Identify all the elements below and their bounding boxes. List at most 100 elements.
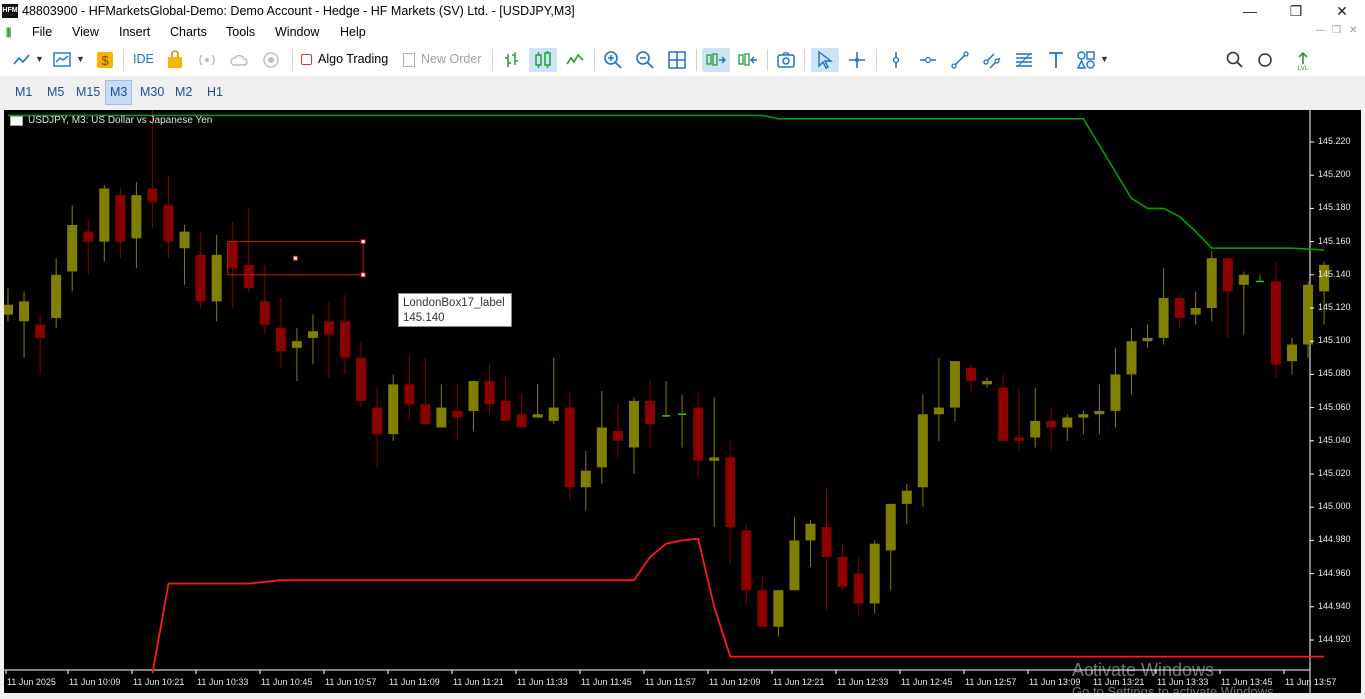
menu-view[interactable]: View — [72, 25, 99, 39]
timeframe-h1[interactable]: H1 — [203, 81, 227, 104]
toolbar-separator — [594, 49, 595, 71]
activate-windows-title: Activate Windows — [1072, 660, 1215, 680]
trendline-icon[interactable] — [950, 50, 970, 70]
candle-body — [436, 407, 447, 428]
maximize-button[interactable]: ❐ — [1273, 0, 1319, 23]
time-label: 11 Jun 10:21 — [133, 677, 185, 687]
autoscroll-icon[interactable] — [706, 50, 726, 70]
minimize-button[interactable]: — — [1227, 0, 1273, 23]
candle-body — [307, 331, 318, 338]
menu-file[interactable]: File — [32, 25, 52, 39]
candle-body — [725, 457, 736, 528]
zoom-in-icon[interactable] — [603, 50, 623, 70]
candle-body — [99, 188, 110, 242]
chart-type-icon[interactable] — [52, 50, 72, 70]
candle-body — [901, 490, 912, 504]
timeframe-m1[interactable]: M1 — [11, 81, 36, 104]
price-label: 144.940 — [1318, 600, 1351, 611]
toolbar-separator — [696, 49, 697, 71]
symbol-flag-icon — [10, 116, 23, 126]
new-order-button[interactable]: New Order — [403, 49, 481, 70]
candle-body — [1206, 258, 1217, 308]
cloud-icon[interactable] — [229, 50, 249, 70]
text-tool-icon[interactable] — [1046, 50, 1066, 70]
candle-body — [1158, 298, 1169, 338]
time-label: 11 Jun 10:45 — [261, 677, 313, 687]
rectangle-handle — [292, 255, 298, 261]
bar-chart-icon[interactable] — [502, 50, 522, 70]
chart-window-icon[interactable]: ⦀ — [6, 26, 11, 41]
candle-body — [853, 573, 864, 604]
menu-tools[interactable]: Tools — [226, 25, 255, 39]
dollar-icon[interactable]: $ — [95, 50, 115, 70]
menu-charts[interactable]: Charts — [170, 25, 207, 39]
screenshot-icon[interactable] — [776, 50, 796, 70]
candle-body — [291, 341, 302, 348]
line-chart-icon[interactable] — [565, 50, 585, 70]
price-label: 145.220 — [1318, 136, 1351, 146]
chart-shift-icon[interactable] — [738, 50, 758, 70]
timeframe-m15[interactable]: M15 — [72, 81, 104, 104]
time-label: 11 Jun 11:45 — [581, 677, 632, 687]
price-label: 144.920 — [1318, 634, 1351, 644]
shapes-icon[interactable] — [1076, 50, 1096, 70]
toolbar-separator — [804, 49, 805, 71]
time-label: 11 Jun 11:57 — [645, 677, 696, 687]
candle-body — [757, 590, 768, 627]
price-label: 145.080 — [1318, 368, 1351, 379]
candle-body — [612, 430, 623, 441]
algo-trading-button[interactable]: Algo Trading — [301, 49, 388, 70]
menu-bar: ⦀ File View Insert Charts Tools Window H… — [0, 23, 1365, 43]
candle-body — [179, 231, 190, 249]
candle-body — [19, 301, 30, 322]
menu-help[interactable]: Help — [340, 25, 366, 39]
timeframe-m5[interactable]: M5 — [43, 81, 68, 104]
fibonacci-icon[interactable] — [1014, 50, 1034, 70]
tile-windows-icon[interactable] — [667, 50, 687, 70]
candlestick-icon[interactable] — [533, 50, 553, 70]
tooltip-object-price: 145.140 — [403, 312, 445, 324]
menu-insert[interactable]: Insert — [119, 25, 150, 39]
timeframe-m30[interactable]: M30 — [136, 81, 168, 104]
time-label: 11 Jun 12:09 — [709, 677, 761, 687]
channel-icon[interactable] — [982, 50, 1002, 70]
chat-icon[interactable] — [1256, 50, 1276, 70]
mdi-close-button[interactable]: ✕ — [1349, 25, 1357, 36]
price-chart[interactable] — [4, 110, 1361, 693]
algo-trading-label: Algo Trading — [318, 52, 389, 66]
timeframe-m2[interactable]: M2 — [171, 81, 196, 104]
candle — [388, 374, 399, 441]
candle-body — [1014, 437, 1025, 441]
vps-icon[interactable] — [261, 50, 281, 70]
ide-button[interactable]: IDE — [133, 49, 154, 70]
menu-window[interactable]: Window — [275, 25, 319, 39]
candle-body — [645, 400, 655, 425]
toolbar: ▼ ▼ $ IDE Algo Trading New Order ▼ 1 LVL — [0, 43, 1365, 110]
mdi-restore-button[interactable]: ❐ — [1332, 25, 1341, 36]
search-icon[interactable] — [1225, 50, 1245, 70]
close-button[interactable]: ✕ — [1319, 0, 1365, 23]
cursor-icon[interactable] — [815, 50, 835, 70]
chevron-down-icon[interactable]: ▼ — [76, 49, 85, 70]
candle-body — [821, 527, 832, 557]
horizontal-line-icon[interactable] — [918, 50, 938, 70]
candle-body — [548, 407, 559, 421]
line-chart-menu-icon[interactable] — [12, 50, 32, 70]
vertical-line-icon[interactable] — [886, 50, 906, 70]
zoom-out-icon[interactable] — [635, 50, 655, 70]
crosshair-icon[interactable] — [847, 50, 867, 70]
signal-strength-icon[interactable]: LVL — [1293, 50, 1313, 70]
candle-body — [998, 387, 1009, 441]
chevron-down-icon[interactable]: ▼ — [35, 49, 44, 70]
signal-icon[interactable] — [197, 50, 217, 70]
time-label: 11 Jun 12:57 — [965, 677, 1017, 687]
candle-body — [628, 400, 639, 448]
candle-body — [1190, 308, 1201, 315]
mdi-minimize-button[interactable]: — — [1316, 25, 1326, 36]
object-tooltip: LondonBox17_label 145.140 — [398, 293, 512, 327]
timeframe-m3[interactable]: M3 — [105, 80, 133, 105]
chevron-down-icon[interactable]: ▼ — [1100, 49, 1109, 70]
candle-body — [837, 557, 848, 587]
price-label: 145.120 — [1318, 302, 1351, 312]
shopping-bag-icon[interactable] — [165, 50, 185, 70]
